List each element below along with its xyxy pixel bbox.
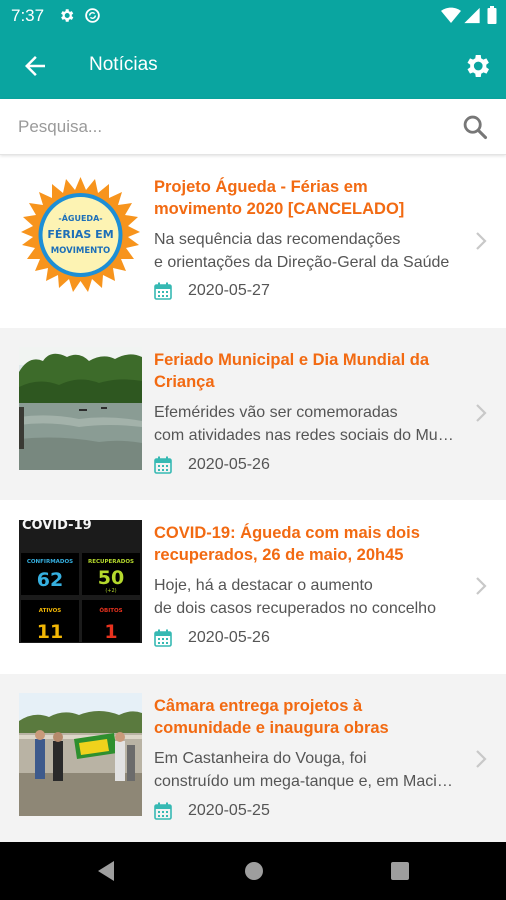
news-item[interactable]: -ÁGUEDA- FÉRIAS EM MOVIMENTO Projeto Águ…	[0, 156, 506, 328]
deaths-value: 1	[104, 621, 117, 643]
chevron-right-icon	[476, 750, 487, 768]
news-title-line: movimento 2020 [CANCELADO]	[154, 200, 405, 218]
news-title-line: Criança	[154, 373, 215, 391]
active-value: 11	[37, 621, 63, 643]
calendar-icon	[154, 456, 172, 474]
chevron-right-icon	[476, 577, 487, 595]
calendar-icon	[154, 629, 172, 647]
nav-recent-apps-icon[interactable]	[390, 861, 410, 881]
nav-back-icon[interactable]	[96, 860, 116, 882]
confirmed-label: CONFIRMADOS	[27, 559, 73, 565]
news-title: COVID-19: Águeda com mais dois recuperad…	[154, 522, 464, 566]
inauguration-photo	[19, 693, 142, 816]
system-nav-bar	[0, 842, 506, 900]
news-title: Projeto Águeda - Férias em movimento 202…	[154, 176, 464, 220]
news-desc-line: construído um mega-tanque e, em Macinhat…	[154, 773, 459, 790]
river-photo	[19, 347, 142, 470]
recovered-value: 50	[98, 567, 124, 589]
confirmed-value: 62	[37, 569, 63, 591]
news-desc-line: Na sequência das recomendações	[154, 231, 401, 248]
chevron-right-icon	[476, 232, 487, 250]
settings-status-icon	[61, 9, 74, 22]
news-description: Efemérides vão ser comemoradas com ativi…	[154, 401, 459, 447]
news-desc-line: e orientações da Direção-Geral da Saúde	[154, 254, 450, 271]
news-title-line: COVID-19: Águeda com mais dois	[154, 524, 420, 542]
news-item[interactable]: COVID-19 CONFIRMADOS 62 RECUPERADOS 50 (…	[0, 501, 506, 673]
thumb-mid-text: FÉRIAS EM	[47, 228, 113, 241]
recovered-delta: (+2)	[105, 588, 116, 594]
nav-home-icon[interactable]	[243, 860, 265, 882]
deaths-label: ÓBITOS	[99, 607, 122, 614]
app-bar: Notícias	[0, 31, 506, 99]
calendar-icon	[154, 282, 172, 300]
news-item[interactable]: Câmara entrega projetos à comunidade e i…	[0, 674, 506, 846]
news-desc-line: de dois casos recuperados no concelho	[154, 600, 436, 617]
news-title: Câmara entrega projetos à comunidade e i…	[154, 695, 464, 739]
news-description: Em Castanheira do Vouga, foi construído …	[154, 747, 459, 793]
news-title-line: Câmara entrega projetos à	[154, 697, 363, 715]
sync-status-icon	[85, 8, 100, 23]
active-label: ATIVOS	[39, 608, 61, 614]
search-input[interactable]	[18, 109, 448, 145]
news-title-line: Projeto Águeda - Férias em	[154, 178, 368, 196]
news-item[interactable]: Feriado Municipal e Dia Mundial da Crian…	[0, 328, 506, 500]
status-time: 7:37	[11, 6, 45, 25]
covid-stats-image: COVID-19 CONFIRMADOS 62 RECUPERADOS 50 (…	[19, 520, 142, 643]
news-title-line: recuperados, 26 de maio, 20h45	[154, 546, 404, 564]
chevron-right-icon	[476, 404, 487, 422]
news-desc-line: Em Castanheira do Vouga, foi	[154, 750, 367, 767]
thumb-top-text: -ÁGUEDA-	[58, 212, 102, 223]
ferias-movimento-logo: -ÁGUEDA- FÉRIAS EM MOVIMENTO	[19, 174, 142, 297]
back-arrow-icon[interactable]	[20, 51, 50, 81]
thumb-header: COVID-19	[22, 520, 92, 533]
news-date: 2020-05-27	[188, 282, 270, 299]
recovered-label: RECUPERADOS	[88, 559, 134, 565]
news-description: Hoje, há a destacar o aumento de dois ca…	[154, 574, 459, 620]
news-desc-line: Efemérides vão ser comemoradas	[154, 404, 398, 421]
wifi-icon	[441, 7, 461, 23]
news-desc-line: Hoje, há a destacar o aumento	[154, 577, 373, 594]
news-title-line: comunidade e inaugura obras	[154, 719, 389, 737]
search-icon[interactable]	[461, 113, 489, 141]
signal-icon	[464, 7, 480, 24]
news-desc-line: com atividades nas redes sociais do Muni…	[154, 427, 459, 444]
settings-gear-icon[interactable]	[462, 51, 492, 81]
news-description: Na sequência das recomendações e orienta…	[154, 228, 459, 274]
battery-icon	[487, 6, 497, 24]
status-bar: 7:37	[0, 0, 506, 31]
thumb-bottom-text: MOVIMENTO	[51, 246, 111, 256]
calendar-icon	[154, 802, 172, 820]
news-date: 2020-05-25	[188, 802, 270, 819]
news-date: 2020-05-26	[188, 456, 270, 473]
news-date: 2020-05-26	[188, 629, 270, 646]
page-title: Notícias	[89, 54, 158, 75]
news-title: Feriado Municipal e Dia Mundial da Crian…	[154, 349, 464, 393]
news-title-line: Feriado Municipal e Dia Mundial da	[154, 351, 430, 369]
search-bar	[0, 99, 506, 155]
